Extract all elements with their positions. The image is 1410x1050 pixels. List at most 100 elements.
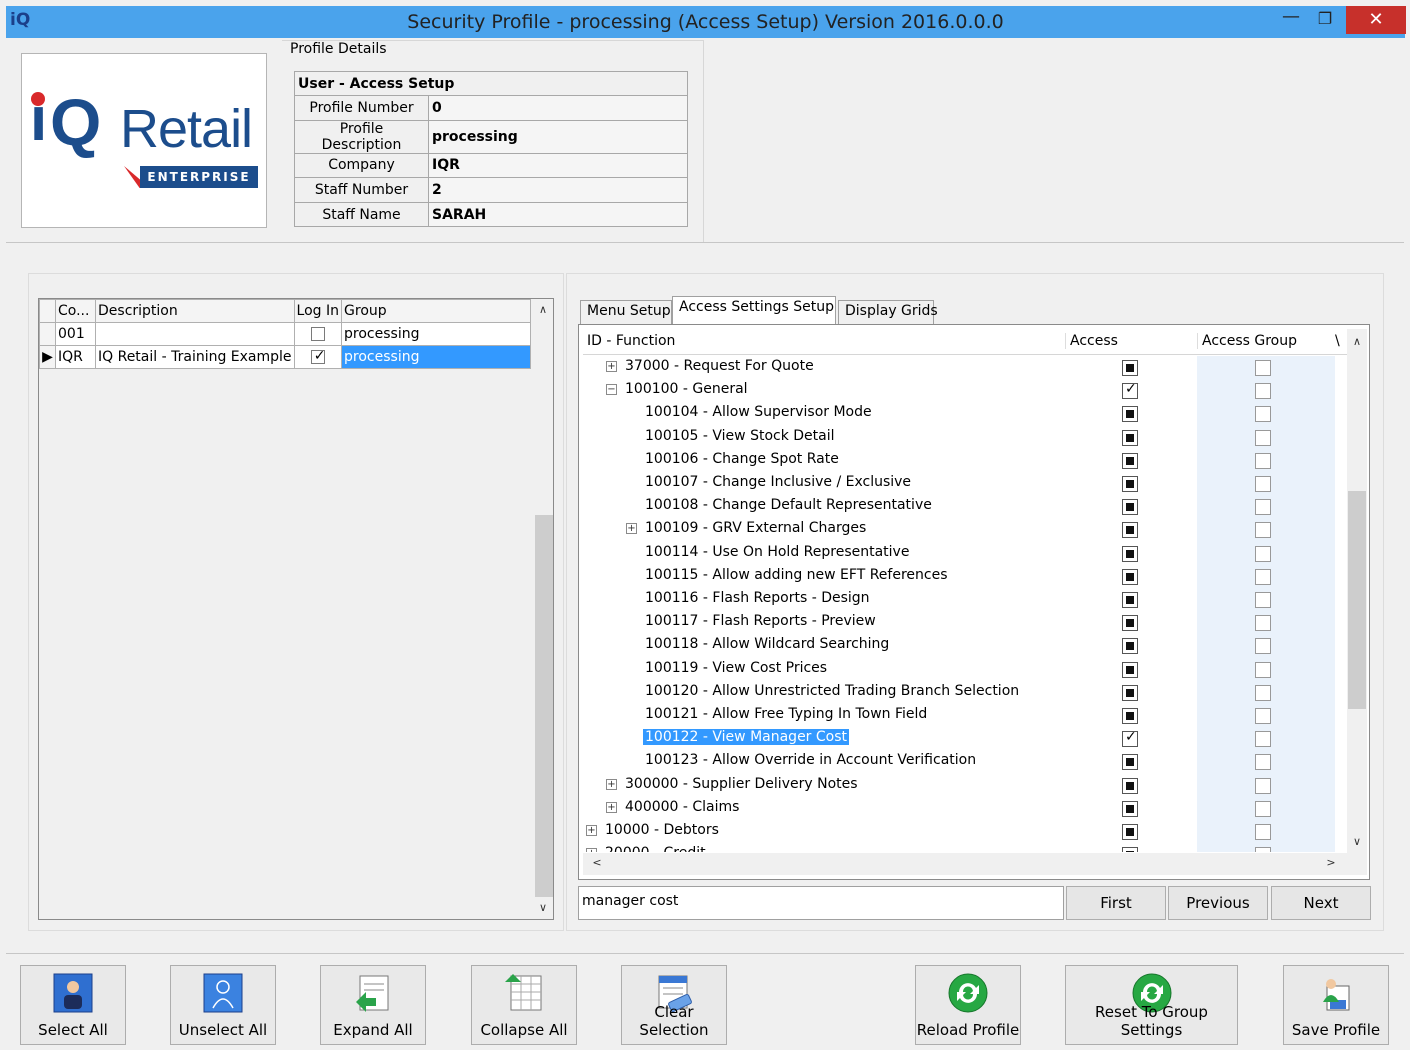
access-group-checkbox[interactable]	[1255, 406, 1271, 423]
expand-node-icon[interactable]: +	[586, 825, 597, 836]
tree-row[interactable]: 100123 - Allow Override in Account Verif…	[583, 750, 1347, 774]
tree-row[interactable]: +10000 - Debtors	[583, 820, 1347, 844]
access-group-checkbox[interactable]	[1255, 847, 1271, 852]
tree-row[interactable]: 100108 - Change Default Representative	[583, 495, 1347, 519]
login-checkbox[interactable]	[310, 327, 325, 341]
tree-row-label[interactable]: 100100 - General	[623, 381, 750, 397]
access-checkbox-partial[interactable]	[1122, 824, 1138, 840]
search-input[interactable]: manager cost	[578, 886, 1064, 920]
expand-node-icon[interactable]: +	[606, 778, 617, 790]
select-all-button[interactable]: Select All	[20, 965, 126, 1045]
cell-group[interactable]: processing	[341, 345, 531, 369]
cell-login[interactable]	[293, 322, 343, 346]
access-group-checkbox[interactable]	[1255, 708, 1271, 724]
access-group-checkbox[interactable]	[1255, 522, 1271, 539]
access-group-checkbox[interactable]	[1255, 661, 1271, 678]
collapse-all-button[interactable]: Collapse All	[471, 965, 577, 1045]
access-checkbox-partial[interactable]	[1122, 476, 1138, 492]
tree-row[interactable]: +400000 - Claims	[583, 796, 1347, 820]
tree-row-label[interactable]: 100117 - Flash Reports - Preview	[643, 613, 878, 629]
tab-display-grids[interactable]: Display Grids	[838, 300, 938, 324]
access-checkbox-partial[interactable]	[1122, 592, 1138, 608]
scroll-up-icon[interactable]: ∧	[1347, 335, 1367, 348]
tree-row[interactable]: 100119 - View Cost Prices	[583, 657, 1347, 681]
cell-code[interactable]: 001	[55, 322, 96, 346]
column-header-description[interactable]: Description	[95, 299, 295, 323]
tree-row-label[interactable]: 100116 - Flash Reports - Design	[643, 590, 872, 606]
login-checkbox-checked[interactable]: ✓	[310, 348, 326, 364]
tree-row-label[interactable]: 100107 - Change Inclusive / Exclusive	[643, 474, 913, 490]
scroll-thumb[interactable]	[535, 515, 553, 897]
access-checkbox-partial[interactable]	[1122, 360, 1138, 376]
tree-row[interactable]: −100100 - General ✓	[583, 379, 1347, 403]
tree-row[interactable]: 100116 - Flash Reports - Design	[583, 588, 1347, 612]
column-header-group[interactable]: Group	[341, 299, 531, 323]
tree-row[interactable]: +100109 - GRV External Charges	[583, 518, 1347, 542]
access-group-checkbox[interactable]	[1255, 731, 1271, 748]
clear-selection-button[interactable]: Clear Selection	[621, 965, 727, 1045]
tree-row[interactable]: +37000 - Request For Quote	[583, 356, 1347, 380]
tree-row[interactable]: 100115 - Allow adding new EFT References	[583, 564, 1347, 588]
expand-node-icon[interactable]: +	[606, 361, 617, 372]
tree-row-label[interactable]: 100120 - Allow Unrestricted Trading Bran…	[643, 683, 1021, 699]
access-checkbox-partial[interactable]	[1122, 452, 1138, 469]
company-grid-scrollbar[interactable]: ∧ ∨	[533, 299, 553, 919]
tree-row[interactable]: +300000 - Supplier Delivery Notes	[583, 773, 1347, 797]
tree-row[interactable]: 100120 - Allow Unrestricted Trading Bran…	[583, 680, 1347, 704]
tree-row-label[interactable]: 100122 - View Manager Cost	[643, 729, 850, 746]
column-header-login[interactable]: Log In	[293, 299, 343, 323]
restore-button[interactable]: ❐	[1310, 6, 1340, 34]
access-group-checkbox[interactable]	[1255, 499, 1271, 516]
tree-row[interactable]: +20000 - Credit	[583, 843, 1347, 852]
access-group-checkbox[interactable]	[1255, 824, 1271, 840]
access-group-checkbox[interactable]	[1255, 684, 1271, 701]
tree-row[interactable]: 100117 - Flash Reports - Preview	[583, 611, 1347, 635]
access-checkbox-checked[interactable]: ✓	[1122, 729, 1138, 748]
column-header-id-function[interactable]: ID - Function	[587, 333, 675, 349]
scroll-right-icon[interactable]: >	[1321, 856, 1341, 869]
access-group-checkbox[interactable]	[1255, 615, 1271, 632]
cell-description[interactable]	[95, 322, 295, 346]
tree-row-label[interactable]: 400000 - Claims	[623, 799, 741, 815]
tree-row-label[interactable]: 100109 - GRV External Charges	[643, 520, 868, 536]
tree-row-label[interactable]: 100119 - View Cost Prices	[643, 660, 829, 676]
reload-profile-button[interactable]: Reload Profile	[915, 965, 1021, 1045]
tree-row-label[interactable]: 100118 - Allow Wildcard Searching	[643, 636, 891, 652]
scroll-up-icon[interactable]: ∧	[533, 303, 553, 316]
reset-to-group-settings-button[interactable]: Reset To Group Settings	[1065, 965, 1238, 1045]
column-header-access[interactable]: Access	[1065, 333, 1118, 349]
collapse-node-icon[interactable]: −	[606, 384, 617, 396]
tree-row[interactable]: 100121 - Allow Free Typing In Town Field	[583, 704, 1347, 728]
first-button[interactable]: First	[1066, 886, 1166, 920]
tree-row-label[interactable]: 100104 - Allow Supervisor Mode	[643, 404, 874, 420]
tree-row[interactable]: 100122 - View Manager Cost ✓	[583, 727, 1347, 751]
access-checkbox-partial[interactable]	[1122, 661, 1138, 678]
tree-vertical-scrollbar[interactable]: ∧ ∨	[1347, 329, 1367, 853]
tree-row[interactable]: 100107 - Change Inclusive / Exclusive	[583, 472, 1347, 496]
next-button[interactable]: Next	[1271, 886, 1371, 920]
access-group-checkbox[interactable]	[1255, 800, 1271, 817]
tree-row-label[interactable]: 300000 - Supplier Delivery Notes	[623, 776, 860, 792]
access-checkbox-partial[interactable]	[1122, 568, 1138, 585]
access-checkbox-partial[interactable]	[1122, 847, 1138, 852]
previous-button[interactable]: Previous	[1168, 886, 1268, 920]
access-group-checkbox[interactable]	[1255, 777, 1271, 794]
access-group-checkbox[interactable]	[1255, 592, 1271, 608]
tree-row[interactable]: 100105 - View Stock Detail	[583, 425, 1347, 449]
access-checkbox-partial[interactable]	[1122, 522, 1138, 539]
tree-row-label[interactable]: 100106 - Change Spot Rate	[643, 451, 841, 467]
tab-access-settings-setup[interactable]: Access Settings Setup	[672, 296, 836, 324]
tab-menu-setup[interactable]: Menu Setup	[580, 300, 672, 324]
access-group-checkbox[interactable]	[1255, 452, 1271, 469]
access-group-checkbox[interactable]	[1255, 429, 1271, 446]
scroll-thumb[interactable]	[1348, 491, 1366, 709]
tree-row[interactable]: 100118 - Allow Wildcard Searching	[583, 634, 1347, 658]
tree-row-label[interactable]: 100123 - Allow Override in Account Verif…	[643, 752, 978, 768]
access-checkbox-partial[interactable]	[1122, 429, 1138, 446]
tree-row-label[interactable]: 10000 - Debtors	[603, 822, 721, 838]
tree-row-label[interactable]: 20000 - Credit	[603, 845, 708, 852]
tree-row-label[interactable]: 100114 - Use On Hold Representative	[643, 544, 911, 560]
cell-description[interactable]: IQ Retail - Training Example	[95, 345, 295, 369]
access-checkbox-partial[interactable]	[1122, 777, 1138, 794]
access-checkbox-partial[interactable]	[1122, 800, 1138, 817]
